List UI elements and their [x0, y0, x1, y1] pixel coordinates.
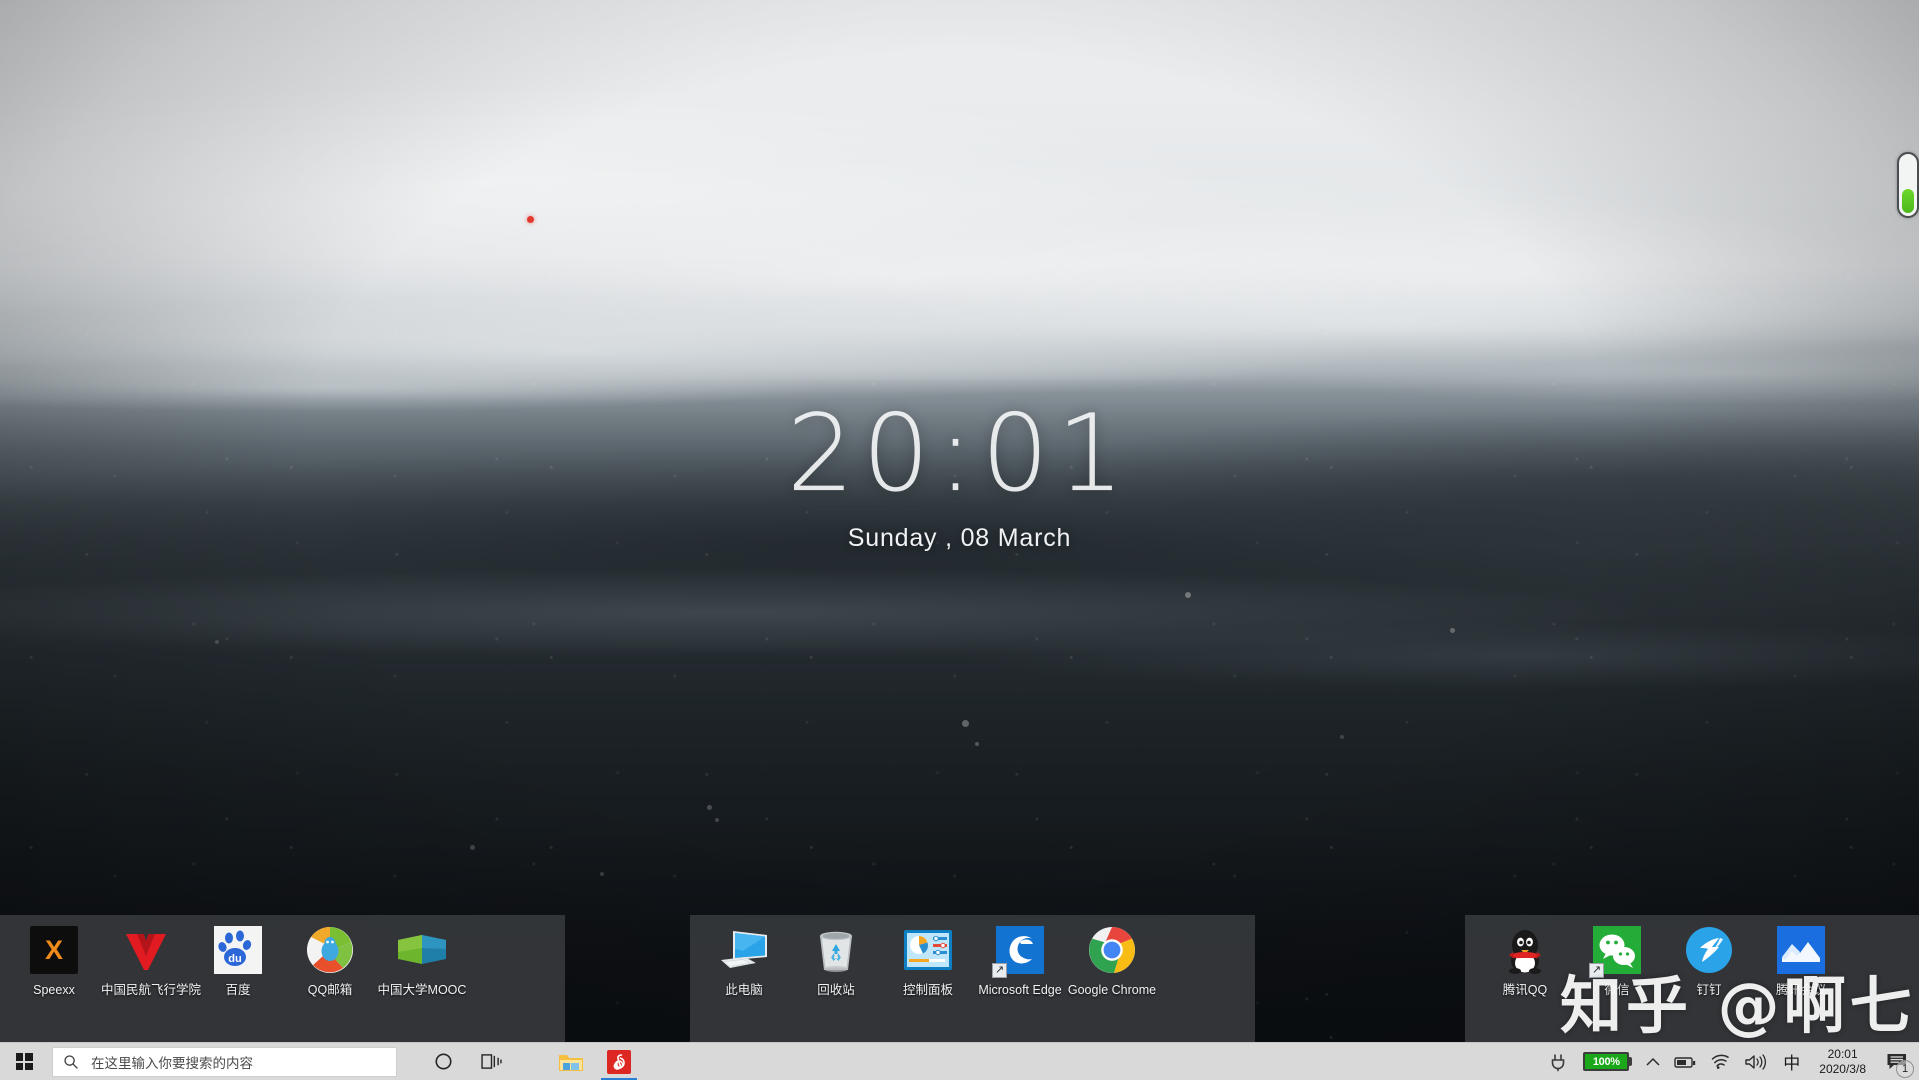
desktop-icon-label: 腾讯QQ	[1502, 983, 1548, 997]
foam-bubble	[1450, 628, 1455, 633]
foam-bubble	[1340, 735, 1344, 739]
system-tray[interactable]: 100% 中 20:01 2020/3/8 1	[1542, 1043, 1919, 1080]
battery-status[interactable]: 100%	[1576, 1043, 1639, 1080]
desktop-icon-label: 中国民航飞行学院	[101, 983, 202, 997]
desktop-icon-this-pc[interactable]: 此电脑	[698, 915, 790, 998]
svg-text:du: du	[228, 953, 241, 965]
notification-center-button[interactable]: 1	[1875, 1043, 1919, 1080]
battery-body: 100%	[1583, 1052, 1630, 1071]
desktop-icon-wechat[interactable]: ↗ 微信	[1571, 915, 1663, 998]
desktop-icon-label: 此电脑	[725, 983, 763, 997]
task-view-icon	[480, 1054, 502, 1069]
ime-indicator[interactable]: 中	[1773, 1043, 1810, 1080]
search-icon	[64, 1054, 78, 1069]
desktop-icon-label: Google Chrome	[1067, 983, 1157, 997]
taskbar-app-netease-music[interactable]	[595, 1043, 643, 1080]
baidu-icon: du	[212, 924, 264, 976]
foam-bubble	[962, 720, 969, 727]
foam-bubble	[707, 805, 712, 810]
shortcut-arrow-icon: ↗	[992, 963, 1007, 978]
foam-bubble	[470, 845, 475, 850]
desktop-icon-label: 中国大学MOOC	[377, 983, 467, 997]
tencent-meeting-icon	[1775, 924, 1827, 976]
netease-icon	[607, 1049, 631, 1074]
desktop-icon-cafuc[interactable]: 中国民航飞行学院	[100, 915, 202, 998]
shortcut-arrow-icon: ↗	[1589, 963, 1604, 978]
desktop-icon-label: 回收站	[817, 983, 855, 997]
task-view-button[interactable]	[467, 1043, 515, 1080]
desktop-icon-dingtalk[interactable]: 钉钉	[1663, 915, 1755, 998]
recycle-bin-icon	[810, 924, 862, 976]
fence-left[interactable]: X Speexx 中国民航飞行学院 du 百度 QQ邮箱 中国大学MOOC	[0, 915, 565, 1042]
icourse-icon	[396, 924, 448, 976]
control-panel-icon	[902, 924, 954, 976]
taskbar-clock[interactable]: 20:01 2020/3/8	[1810, 1043, 1875, 1080]
red-marker-dot	[527, 216, 534, 223]
qqmail-icon	[304, 924, 356, 976]
desktop-icon-label: 微信	[1604, 983, 1630, 997]
cafuc-icon	[120, 924, 172, 976]
battery-icon[interactable]	[1667, 1043, 1703, 1080]
desktop-icon-label: QQ邮箱	[307, 983, 353, 997]
fence-middle[interactable]: 此电脑 回收站 控制面板 ↗ Microsoft Edge Google Chr…	[690, 915, 1255, 1042]
svg-text:X: X	[45, 935, 63, 965]
circle-icon	[434, 1053, 452, 1070]
desktop-icon-qqmail[interactable]: QQ邮箱	[284, 915, 376, 998]
battery-tip	[1629, 1057, 1633, 1066]
notification-badge: 1	[1896, 1059, 1914, 1078]
chevron-up-icon[interactable]	[1639, 1043, 1667, 1080]
qq-icon	[1499, 924, 1551, 976]
volume-icon[interactable]	[1737, 1043, 1773, 1080]
foam-bubble	[715, 818, 719, 822]
edge-icon: ↗	[992, 924, 1046, 978]
folder-icon	[559, 1054, 583, 1071]
battery-percent: 100%	[1592, 1055, 1620, 1068]
desktop-icon-icourse163[interactable]: 中国大学MOOC	[376, 915, 468, 998]
start-button[interactable]	[0, 1043, 48, 1080]
taskbar-clock-date: 2020/3/8	[1819, 1061, 1866, 1076]
taskbar-clock-time: 20:01	[1827, 1046, 1858, 1061]
desktop-icon-control-panel[interactable]: 控制面板	[882, 915, 974, 998]
search-input[interactable]: 在这里输入你要搜索的内容	[52, 1046, 397, 1077]
desktop-icon-google-chrome[interactable]: Google Chrome	[1066, 915, 1158, 998]
desktop-icon-label: 腾讯会议	[1775, 983, 1826, 997]
cortana-button[interactable]	[419, 1043, 467, 1080]
foam-bubble	[215, 640, 219, 644]
taskbar-app-file-explorer[interactable]	[547, 1043, 595, 1080]
foam-bubble	[1185, 592, 1191, 598]
desktop-icon-label: 钉钉	[1696, 983, 1722, 997]
desktop-icon-label: 百度	[225, 983, 251, 997]
desktop-icon-label: Microsoft Edge	[978, 983, 1062, 997]
windows-logo-icon	[15, 1053, 33, 1070]
speexx-icon: X	[28, 924, 80, 976]
desktop-icon-label: Speexx	[33, 983, 75, 997]
desktop-icon-microsoft-edge[interactable]: ↗ Microsoft Edge	[974, 915, 1066, 998]
fence-right[interactable]: 腾讯QQ ↗ 微信 钉钉 腾讯会议	[1465, 915, 1919, 1042]
desktop-icon-tencent-meeting[interactable]: 腾讯会议	[1755, 915, 1847, 998]
desktop-icon-label: 控制面板	[902, 983, 953, 997]
desktop-icon-speexx[interactable]: X Speexx	[8, 915, 100, 998]
desktop-icon-recycle-bin[interactable]: 回收站	[790, 915, 882, 998]
wechat-icon: ↗	[1589, 924, 1643, 978]
desktop-icon-tencent-qq[interactable]: 腾讯QQ	[1479, 915, 1571, 998]
foam-bubble	[600, 872, 604, 876]
power-plug-icon[interactable]	[1542, 1043, 1576, 1080]
wifi-icon[interactable]	[1703, 1043, 1737, 1080]
foam-bubble	[975, 742, 979, 746]
dingtalk-icon	[1683, 924, 1735, 976]
search-placeholder: 在这里输入你要搜索的内容	[91, 1055, 253, 1071]
taskbar[interactable]: 在这里输入你要搜索的内容 100% 中 20:01 2020/3/8 1	[0, 1042, 1919, 1080]
battery-gauge-fill	[1902, 189, 1914, 213]
chrome-icon	[1086, 924, 1138, 976]
battery-gauge-widget[interactable]	[1897, 152, 1919, 218]
this-pc-icon	[718, 924, 770, 976]
desktop-icon-baidu[interactable]: du 百度	[192, 915, 284, 998]
